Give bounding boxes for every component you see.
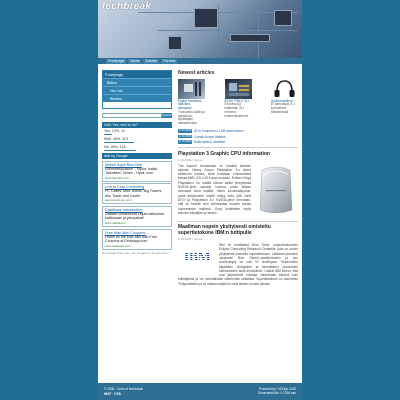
poll-option-label: No, 45%, 118: [104, 144, 126, 149]
ad-text: Leave on the Mac Mini with Free Coupons …: [105, 234, 157, 244]
validator-links[interactable]: HNIT · CSS: [104, 392, 121, 396]
article-thumb[interactable]: Digital Hardness dpacked, videoprac Tunn…: [178, 79, 205, 126]
list-item[interactable]: 2.10.2006 ATI:n huumeen 4,1GB asennuksen: [178, 129, 298, 133]
article-thumb[interactable]: Audiomuistiinot Ei harkotsaa, 5.1 kuulok…: [271, 79, 298, 126]
poll-option-bar: [104, 149, 136, 151]
ads-header: Ads by Google: [102, 153, 172, 159]
site-footer: © 2006 - Crew of techbreak HNIT · CSS Po…: [98, 383, 302, 400]
article-ibm: Maailman nopein yksityisesti omistettu s…: [178, 224, 298, 286]
menu-item-bitches[interactable]: Bitches: [103, 94, 171, 102]
poll-option-label: Yes, 12%, 12: [104, 128, 126, 133]
menu-item-bitties[interactable]: Bitties: [103, 78, 171, 86]
ad-url[interactable]: www.bluenile.com: [105, 176, 169, 180]
nav-item-articles[interactable]: Articles: [143, 58, 160, 64]
ibm-logo-text: IBM: [183, 250, 211, 266]
ads-footer[interactable]: Do Google Sites ads, use Goggle for Fugu…: [102, 251, 172, 255]
motherboard-image[interactable]: [224, 79, 252, 99]
headphones-image[interactable]: [271, 79, 298, 99]
date-badge: 2.10.2006: [178, 139, 193, 144]
search-button[interactable]: Search: [162, 113, 172, 118]
cpu-chip-image: [194, 8, 218, 28]
ad-url[interactable]: www.dataflow.fi: [105, 221, 169, 225]
thumb-desc: Tunnustus kaikki ja paukkutoi sijoittaja…: [178, 109, 205, 126]
motherboard-image[interactable]: [178, 79, 205, 99]
site-header: techbreak: [98, 0, 302, 58]
ad-text: Enimmäisjoukkue - Tiquia, Isakki, Tarkal…: [105, 166, 159, 176]
poll-option-label: Well, 43%, 113: [104, 136, 128, 141]
article-meta: 2.10.2006 / rayrux: [178, 237, 203, 242]
search-input[interactable]: [102, 113, 162, 118]
playstation-image: [254, 164, 298, 216]
site-logo[interactable]: techbreak: [102, 1, 151, 12]
nav-item-frontpage[interactable]: Frontpage: [106, 58, 127, 64]
poll-option-bar: [104, 141, 135, 143]
article-title[interactable]: Maailman nopein yksityisesti omistettu s…: [178, 224, 298, 236]
article-ps3: Playstation 3 Graphic CPU information 2.…: [178, 151, 298, 218]
ibm-logo: IBM: [178, 243, 216, 273]
menu-item-hei-hei[interactable]: Hei, hei!: [103, 86, 171, 94]
article-meta: 2.10.2006 / rayrux: [178, 157, 203, 162]
generated-time-text: Generated idle: 0.1934 sec: [257, 391, 296, 395]
divider: [178, 147, 298, 148]
article-link[interactable]: Corsair-huopo Ataiden: [194, 135, 226, 139]
date-badge: 2.10.2006: [178, 133, 193, 139]
nav-item-news[interactable]: News: [128, 58, 142, 64]
article-link[interactable]: ATI:n huumeen 4,1GB asennuksen: [194, 129, 244, 133]
menu-title[interactable]: Frontpage: [103, 71, 171, 78]
ad-block[interactable]: Free Mac Mini Coupons Leave on the Mac M…: [102, 228, 172, 250]
poll-box: VoB: Yes, well or no? Yes, 12%, 12 Well,…: [102, 122, 172, 151]
recent-links: 2.10.2006 ATI:n huumeen 4,1GB asennuksen…: [178, 129, 298, 144]
left-sidebar: Frontpage Bitties Hei, hei! Bitches Sear…: [102, 70, 172, 255]
thumb-desc: Ei harkotsaa, 5.1 kuulokkeet tähtäimessä: [271, 102, 295, 114]
main-content: Newest articles Digital Hardness dpacked…: [178, 70, 298, 286]
chip-image: [168, 36, 182, 50]
ram-chip-image: [230, 34, 270, 42]
thumb-desc: Emolevyt ja katkotaan SLI eminem, kokemu…: [224, 102, 249, 118]
divider: [178, 220, 298, 222]
date-badge: 2.10.2006: [178, 128, 193, 133]
chip-image: [274, 10, 292, 26]
ad-text: PC Cases, Mod Teams, Big Towers, Aku Tow…: [105, 189, 163, 198]
ad-block[interactable]: Mobile Apps Blue Nile Enimmäisjoukkue - …: [102, 160, 172, 182]
page-container: techbreak Frontpage News Articles Forums…: [98, 0, 302, 400]
article-thumb[interactable]: ASUS P5N-E SLI Emolevyt ja katkotaan SLI…: [224, 79, 252, 126]
list-item[interactable]: 2.10.2006 Corsair-huopo Ataiden: [178, 133, 298, 139]
main-menu: Frontpage Bitties Hei, hei! Bitches: [102, 70, 172, 109]
top-nav: Frontpage News Articles Forums: [98, 58, 302, 64]
thumbnail-row: Digital Hardness dpacked, videoprac Tunn…: [178, 79, 298, 126]
ad-block[interactable]: Live in Cool Computing PC Cases, Mod Tea…: [102, 183, 172, 205]
search-form: Search: [102, 113, 172, 118]
nav-item-forums[interactable]: Forums: [161, 58, 178, 64]
copyright-text: © 2006 - Crew of techbreak: [104, 387, 144, 391]
article-link[interactable]: Eukki tarttuu, lähettää: [194, 140, 225, 144]
ad-text: Dataset vertaileevat Liquid katkolmat ka…: [105, 211, 164, 221]
newest-articles-title: Newest articles: [178, 70, 215, 76]
ad-url[interactable]: www.coolcomp.com: [105, 198, 169, 202]
poll-option-bar: [104, 133, 113, 135]
list-item[interactable]: 2.10.2006 Eukki tarttuu, lähettää: [178, 140, 298, 144]
ad-block[interactable]: Dataflows Introduction Dataset vertailee…: [102, 205, 172, 228]
menu-spacer: [103, 102, 171, 108]
article-title[interactable]: Playstation 3 Graphic CPU information: [178, 151, 298, 157]
ad-url[interactable]: www.dealsapp.com: [105, 244, 169, 248]
